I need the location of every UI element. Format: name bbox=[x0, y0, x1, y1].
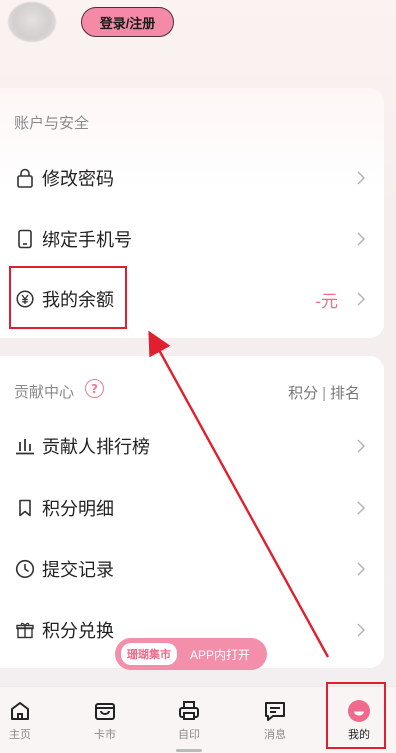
bar-chart-icon bbox=[14, 435, 36, 457]
bag-icon bbox=[93, 699, 117, 723]
change-password-row[interactable]: 修改密码 bbox=[0, 158, 384, 198]
submission-records-label: 提交记录 bbox=[42, 560, 114, 580]
highlight-box-nav-mine bbox=[326, 682, 386, 749]
points-ranking-links: 积分 | 排名 bbox=[288, 382, 360, 403]
links-separator: | bbox=[322, 385, 326, 402]
nav-card-market-label: 卡市 bbox=[94, 729, 116, 741]
submission-records-row[interactable]: 提交记录 bbox=[0, 549, 384, 589]
bind-phone-row[interactable]: 绑定手机号 bbox=[0, 219, 384, 259]
chevron-right-icon bbox=[356, 291, 366, 307]
chevron-right-icon bbox=[356, 622, 366, 638]
points-link[interactable]: 积分 bbox=[288, 385, 318, 402]
chevron-right-icon bbox=[356, 561, 366, 577]
nav-card-market[interactable]: 卡市 bbox=[75, 687, 135, 747]
highlight-box-balance bbox=[9, 266, 127, 329]
account-section-title: 账户与安全 bbox=[14, 115, 90, 132]
chevron-right-icon bbox=[356, 438, 366, 454]
contributor-leaderboard-row[interactable]: 贡献人排行榜 bbox=[0, 426, 384, 466]
points-detail-row[interactable]: 积分明细 bbox=[0, 488, 384, 528]
avatar[interactable] bbox=[8, 2, 56, 42]
chevron-right-icon bbox=[356, 170, 366, 186]
home-icon bbox=[8, 699, 32, 723]
nav-messages-label: 消息 bbox=[264, 729, 286, 741]
nav-home-label: 主页 bbox=[9, 729, 31, 741]
bookmark-icon bbox=[14, 497, 36, 519]
login-register-button[interactable]: 登录/注册 bbox=[81, 7, 174, 37]
bind-phone-label: 绑定手机号 bbox=[42, 230, 132, 250]
open-in-app-banner[interactable]: 珊瑚集市 APP内打开 bbox=[115, 638, 267, 670]
contribution-section-title: 贡献中心 bbox=[14, 384, 75, 401]
chevron-right-icon bbox=[356, 231, 366, 247]
phone-icon bbox=[14, 228, 36, 250]
home-indicator bbox=[176, 749, 202, 752]
clock-icon bbox=[14, 558, 36, 580]
nav-messages[interactable]: 消息 bbox=[245, 687, 305, 747]
printer-icon bbox=[177, 699, 201, 723]
app-brand-badge: 珊瑚集市 bbox=[121, 643, 177, 665]
ranking-link[interactable]: 排名 bbox=[330, 385, 360, 402]
gift-icon bbox=[14, 619, 36, 641]
message-icon bbox=[263, 699, 287, 723]
nav-home[interactable]: 主页 bbox=[0, 687, 50, 747]
nav-self-print-label: 自印 bbox=[178, 729, 200, 741]
balance-value: -元 bbox=[315, 291, 338, 311]
points-detail-label: 积分明细 bbox=[42, 499, 114, 519]
open-in-app-label: APP内打开 bbox=[190, 647, 251, 662]
lock-icon bbox=[14, 167, 36, 189]
contributor-leaderboard-label: 贡献人排行榜 bbox=[42, 437, 150, 457]
points-exchange-label: 积分兑换 bbox=[42, 621, 114, 641]
help-icon[interactable]: ? bbox=[85, 379, 104, 398]
chevron-right-icon bbox=[356, 500, 366, 516]
change-password-label: 修改密码 bbox=[42, 169, 114, 189]
nav-self-print[interactable]: 自印 bbox=[159, 687, 219, 747]
